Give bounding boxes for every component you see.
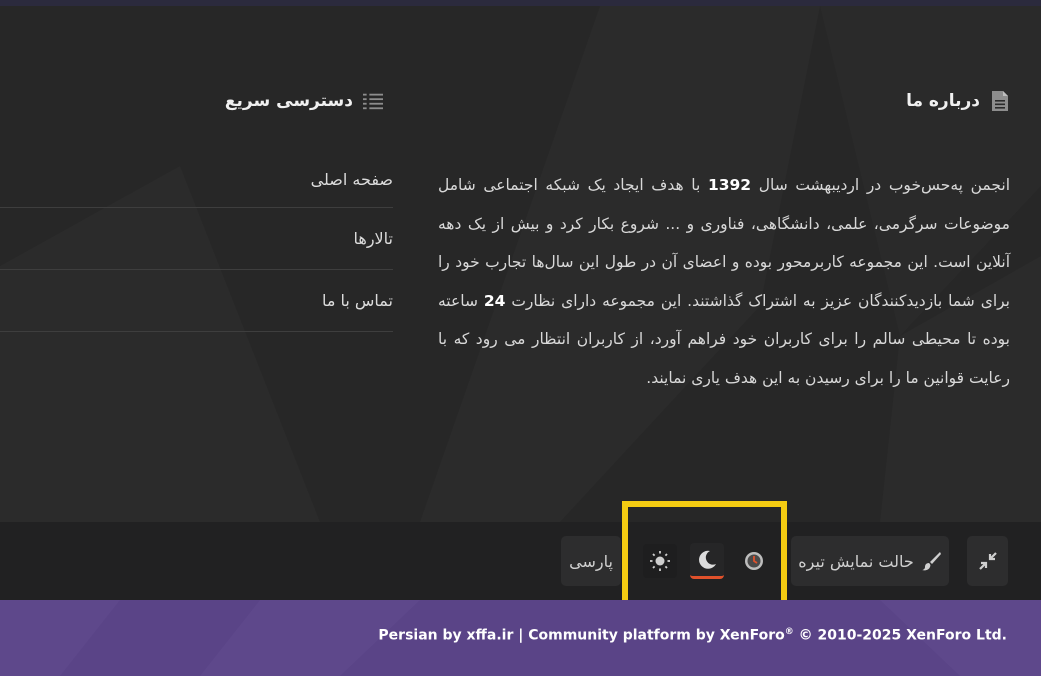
list-icon bbox=[363, 93, 383, 110]
quick-link-label[interactable]: تالارها bbox=[354, 229, 394, 248]
about-title: درباره ما bbox=[906, 91, 980, 111]
quick-link-home[interactable]: صفحه اصلی bbox=[0, 152, 393, 208]
about-header: درباره ما bbox=[430, 86, 1010, 116]
compress-icon bbox=[978, 552, 997, 570]
copyright-credit[interactable]: Persian by xffa.ir | Community platform … bbox=[378, 628, 784, 644]
light-mode-option[interactable] bbox=[642, 544, 677, 578]
theme-mode-selector bbox=[636, 536, 778, 586]
quick-access-header: دسترسی سریع bbox=[0, 86, 393, 116]
quick-link-forums[interactable]: تالارها bbox=[0, 208, 393, 270]
quick-access-section: دسترسی سریع صفحه اصلی تالارها تماس با ما bbox=[0, 86, 393, 332]
auto-mode-option[interactable] bbox=[737, 544, 771, 578]
collapse-button[interactable] bbox=[967, 536, 1008, 586]
language-label[interactable]: پارسی bbox=[569, 552, 613, 571]
dark-mode-option[interactable] bbox=[689, 543, 724, 579]
about-description: انجمن پەحس‌خوب در اردیبهشت سال 1392 با ه… bbox=[430, 166, 1010, 397]
registered-mark: ® bbox=[784, 627, 794, 637]
document-icon bbox=[992, 91, 1008, 111]
about-text-part: انجمن پەحس‌خوب در اردیبهشت سال bbox=[751, 176, 1011, 194]
dark-mode-label[interactable]: حالت نمایش تیره bbox=[798, 552, 913, 571]
quick-link-label[interactable]: صفحه اصلی bbox=[311, 170, 393, 189]
copyright-rights: © 2010-2025 XenForo Ltd. bbox=[793, 627, 1007, 644]
clock-icon bbox=[745, 552, 764, 570]
paint-brush-icon bbox=[921, 552, 941, 571]
quick-link-contact[interactable]: تماس با ما bbox=[0, 270, 393, 332]
dark-mode-button[interactable]: حالت نمایش تیره bbox=[791, 536, 949, 586]
about-text-part: با هدف ایجاد یک شبکه اجتماعی شامل موضوعا… bbox=[438, 176, 1011, 310]
about-section: درباره ما انجمن پەحس‌خوب در اردیبهشت سال… bbox=[430, 86, 1010, 397]
language-selector-button[interactable]: پارسی bbox=[561, 536, 621, 586]
sun-icon bbox=[649, 551, 670, 571]
footer-toolbar: حالت نمایش تیره پارسی bbox=[0, 522, 1041, 600]
footer-content-area: درباره ما انجمن پەحس‌خوب در اردیبهشت سال… bbox=[0, 6, 1041, 522]
quick-access-title: دسترسی سریع bbox=[224, 91, 353, 111]
copyright-bar: Persian by xffa.ir | Community platform … bbox=[0, 600, 1041, 676]
copyright-text: Persian by xffa.ir | Community platform … bbox=[378, 627, 1007, 644]
quick-link-label[interactable]: تماس با ما bbox=[322, 291, 393, 310]
about-hours: 24 bbox=[483, 291, 506, 310]
about-year: 1392 bbox=[707, 176, 752, 194]
moon-icon bbox=[699, 550, 716, 569]
quick-access-list: صفحه اصلی تالارها تماس با ما bbox=[0, 152, 393, 332]
